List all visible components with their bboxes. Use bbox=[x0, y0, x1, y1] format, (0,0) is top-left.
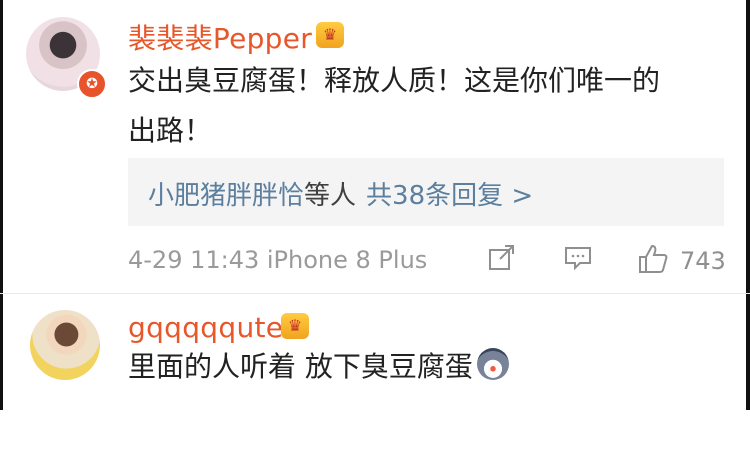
comment-text-line-1: 交出臭豆腐蛋！释放人质！这是你们唯一的 bbox=[128, 64, 661, 97]
reply-summary[interactable]: 小肥猪胖胖恰等人 共38条回复 > bbox=[148, 175, 533, 212]
reply-preview-box[interactable]: 小肥猪胖胖恰等人 共38条回复 > bbox=[128, 158, 724, 226]
reply-count-link[interactable]: 共38条回复 > bbox=[366, 181, 533, 211]
comment-text: 里面的人听着 放下臭豆腐蛋 bbox=[128, 342, 708, 458]
comment-text: 交出臭豆腐蛋！释放人质！这是你们唯一的 出路！ bbox=[128, 56, 708, 156]
like-count: 743 bbox=[680, 247, 726, 275]
crown-vip-icon: ♛ bbox=[316, 22, 344, 48]
username[interactable]: 裴裴裴Pepper bbox=[128, 17, 312, 57]
comment-item: ✪ 裴裴裴Pepper ♛ 交出臭豆腐蛋！释放人质！这是你们唯一的 出路！ 小肥… bbox=[0, 0, 750, 293]
reply-user-link[interactable]: 小肥猪胖胖恰 bbox=[148, 181, 304, 211]
share-icon bbox=[489, 245, 514, 270]
share-button[interactable] bbox=[487, 242, 517, 278]
reply-suffix: 等人 bbox=[304, 181, 357, 211]
comment-text-line-2: 出路！ bbox=[128, 114, 213, 147]
verified-badge-icon: ✪ bbox=[77, 69, 107, 99]
husky-emoji-icon bbox=[476, 348, 509, 380]
comment-text-line: 里面的人听着 放下臭豆腐蛋 bbox=[128, 350, 473, 383]
crown-vip-icon: ♛ bbox=[281, 313, 309, 339]
comment-icon bbox=[565, 247, 591, 271]
like-icon bbox=[639, 244, 668, 273]
avatar[interactable] bbox=[30, 310, 100, 380]
comment-meta: 4-29 11:43 iPhone 8 Plus bbox=[128, 246, 428, 274]
comment-button[interactable] bbox=[563, 242, 593, 278]
like-button[interactable]: 743 bbox=[636, 242, 726, 278]
